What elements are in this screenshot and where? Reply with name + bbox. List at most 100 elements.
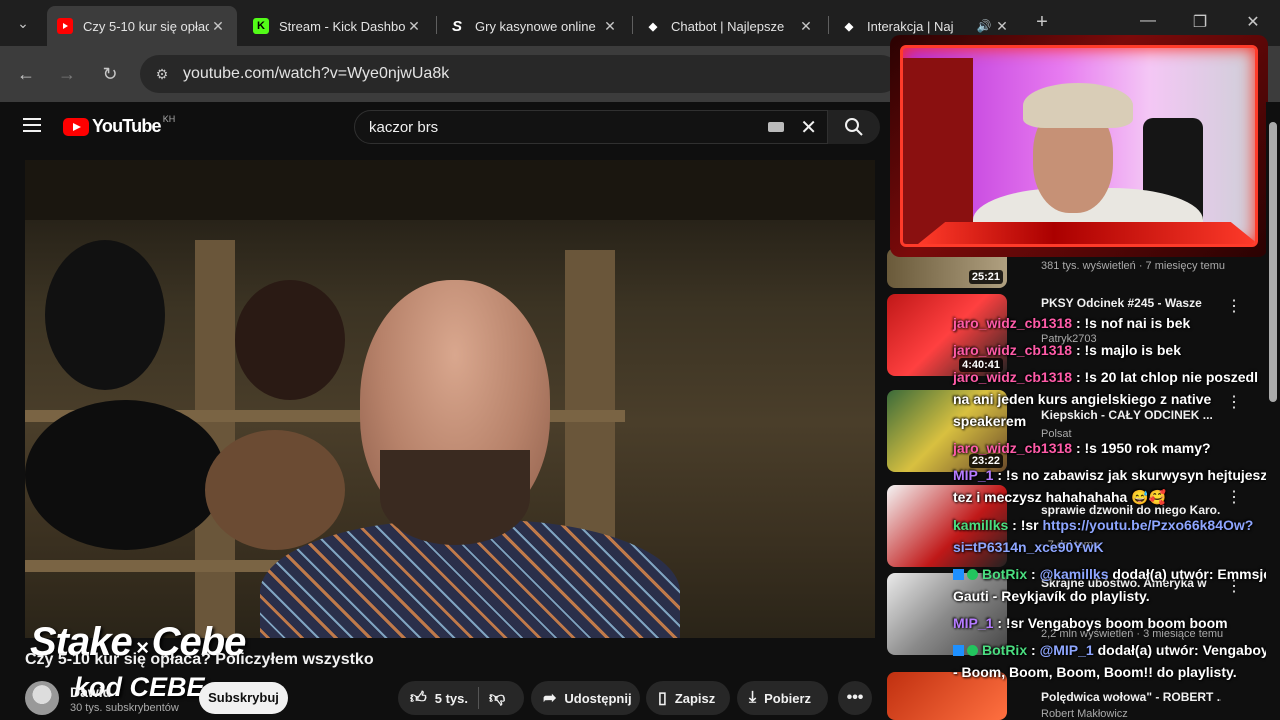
like-count[interactable]: 5 tys. bbox=[435, 691, 468, 706]
hen-black bbox=[25, 400, 225, 550]
chat-username: kamillks bbox=[953, 517, 1009, 533]
chat-message: jaro_widz_cb1318 : !s nof nai is bek bbox=[953, 312, 1278, 334]
clear-icon[interactable]: ✕ bbox=[800, 115, 817, 140]
restore-icon[interactable]: ❐ bbox=[1190, 12, 1210, 32]
tab-title: Interakcja | Naj bbox=[867, 18, 954, 34]
chat-username: BotRix bbox=[982, 566, 1028, 582]
like-dislike-group: 👍︎ 5 tys. 👎︎ bbox=[398, 681, 524, 715]
chat-text: : !s majlo is bek bbox=[1072, 342, 1181, 358]
botrix-icon: ◆ bbox=[844, 20, 854, 33]
tab-title: Stream - Kick Dashboard bbox=[279, 18, 405, 34]
bot-icon bbox=[953, 569, 964, 580]
close-icon[interactable]: ✕ bbox=[797, 18, 815, 35]
youtube-logo[interactable]: YouTube KH bbox=[63, 113, 176, 137]
reload-icon[interactable]: ↻ bbox=[98, 62, 122, 86]
country-code: KH bbox=[162, 113, 176, 124]
chat-text: : !sr bbox=[1008, 517, 1043, 533]
speaker-icon[interactable]: 🔊 bbox=[975, 19, 993, 33]
suggestion-thumbnail[interactable]: 4:40:41 bbox=[887, 294, 1007, 376]
tab-separator bbox=[436, 16, 437, 34]
webcam-overlay bbox=[890, 35, 1268, 257]
webcam-feed bbox=[900, 45, 1258, 247]
chevron-down-icon: ⌄ bbox=[17, 14, 29, 31]
subscriber-count: 30 tys. subskrybentów bbox=[70, 702, 179, 714]
chat-text: : bbox=[1027, 566, 1040, 582]
download-button[interactable]: ⤓ Pobierz bbox=[737, 681, 828, 715]
chat-message: kamillks : !sr https://youtu.be/Pzxo66k8… bbox=[953, 514, 1278, 558]
chat-username: jaro_widz_cb1318 bbox=[953, 315, 1073, 331]
chat-message: BotRix : @kamillks dodał(a) utwór: Emmsj… bbox=[953, 563, 1278, 607]
hen-brown bbox=[205, 430, 345, 550]
chat-message: BotRix : @MIP_1 dodał(a) utwór: Vengaboy… bbox=[953, 639, 1278, 683]
close-icon[interactable]: ✕ bbox=[405, 18, 423, 35]
person-beard bbox=[380, 450, 530, 545]
new-tab-button[interactable]: + bbox=[1031, 12, 1053, 34]
video-player[interactable] bbox=[25, 160, 875, 638]
address-bar[interactable]: ⚙ youtube.com/watch?v=Wye0njwUa8k bbox=[140, 55, 900, 93]
youtube-play-icon bbox=[63, 117, 89, 136]
share-icon: ➦ bbox=[543, 690, 557, 707]
suggestion-title[interactable]: PKSY Odcinek #245 - Wasze bbox=[1041, 296, 1221, 310]
webcam-background-person bbox=[903, 58, 973, 244]
hen-black bbox=[45, 240, 165, 390]
page-scrollbar[interactable] bbox=[1266, 102, 1280, 720]
tab-kick[interactable]: K Stream - Kick Dashboard ✕ bbox=[243, 6, 433, 46]
chat-message: jaro_widz_cb1318 : !s 20 lat chlop nie p… bbox=[953, 366, 1278, 432]
close-window-icon[interactable]: ✕ bbox=[1243, 12, 1263, 32]
suggestion-title[interactable]: Polędwica wołowa" - ROBERT ... bbox=[1041, 690, 1221, 704]
suggestion-meta: Robert Makłowicz bbox=[1041, 708, 1128, 720]
download-icon: ⤓ bbox=[749, 689, 757, 706]
back-icon[interactable]: ← bbox=[14, 62, 38, 86]
menu-icon[interactable] bbox=[23, 118, 41, 132]
channel-name[interactable]: Dawid bbox=[70, 684, 111, 700]
close-icon[interactable]: ✕ bbox=[993, 18, 1011, 35]
chat-username: jaro_widz_cb1318 bbox=[953, 440, 1073, 456]
suggestion-meta: 381 tys. wyświetleń · 7 miesięcy temu bbox=[1041, 260, 1226, 272]
tab-separator bbox=[632, 16, 633, 34]
chat-mention[interactable]: @kamillks bbox=[1040, 566, 1109, 582]
chat-message: jaro_widz_cb1318 : !s 1950 rok mamy? bbox=[953, 437, 1278, 459]
close-icon[interactable]: ✕ bbox=[601, 18, 619, 35]
tab-youtube[interactable]: Czy 5-10 kur się opłaca? ✕ bbox=[47, 6, 237, 46]
search-button[interactable] bbox=[828, 110, 880, 144]
youtube-icon bbox=[57, 18, 73, 34]
tab-title: Chatbot | Najlepsze bbox=[671, 18, 785, 34]
share-label: Udostępnij bbox=[564, 690, 632, 706]
keyboard-icon[interactable] bbox=[768, 122, 785, 132]
hen-brown bbox=[235, 280, 345, 400]
tab-stake[interactable]: S Gry kasynowe online ✕ bbox=[439, 6, 629, 46]
bookmark-icon: ▯ bbox=[658, 690, 667, 707]
close-icon[interactable]: ✕ bbox=[209, 18, 227, 35]
chat-message: jaro_widz_cb1318 : !s majlo is bek bbox=[953, 339, 1278, 361]
tab-search-button[interactable]: ⌄ bbox=[8, 8, 38, 38]
download-label: Pobierz bbox=[764, 690, 812, 706]
search-query: kaczor brs bbox=[369, 118, 439, 136]
video-title: Czy 5-10 kur się opłaca? Policzyłem wszy… bbox=[25, 651, 374, 668]
share-button[interactable]: ➦ Udostępnij bbox=[531, 681, 640, 715]
tab-separator bbox=[828, 16, 829, 34]
search-input[interactable]: kaczor brs ✕ bbox=[354, 110, 828, 144]
chat-username: MIP_1 bbox=[953, 467, 994, 483]
site-info-icon[interactable]: ⚙ bbox=[150, 62, 174, 86]
dislike-icon[interactable]: 👎︎ bbox=[489, 689, 505, 708]
tab-title: Czy 5-10 kur się opłaca? bbox=[83, 18, 209, 34]
chat-username: jaro_widz_cb1318 bbox=[953, 342, 1073, 358]
kick-icon: K bbox=[253, 18, 269, 34]
forward-icon[interactable]: → bbox=[55, 62, 79, 86]
chat-username: BotRix bbox=[982, 642, 1028, 658]
search-icon bbox=[845, 118, 863, 136]
chat-mention[interactable]: @MIP_1 bbox=[1040, 642, 1094, 658]
ceiling bbox=[25, 160, 875, 220]
subscribe-button[interactable]: Subskrybuj bbox=[199, 682, 288, 714]
save-button[interactable]: ▯ Zapisz bbox=[646, 681, 730, 715]
channel-avatar[interactable] bbox=[25, 681, 59, 715]
youtube-header: YouTube KH kaczor brs ✕ bbox=[0, 102, 890, 152]
scrollbar-thumb[interactable] bbox=[1269, 122, 1277, 402]
more-actions-button[interactable]: ••• bbox=[838, 681, 872, 715]
like-icon[interactable]: 👍︎ bbox=[410, 689, 427, 708]
tab-chatbot[interactable]: ◆ Chatbot | Najlepsze ✕ bbox=[635, 6, 825, 46]
chat-text: : !sr Vengaboys boom boom boom bbox=[993, 615, 1228, 631]
chat-username: jaro_widz_cb1318 bbox=[953, 369, 1073, 385]
verified-icon bbox=[967, 645, 978, 656]
minimize-icon[interactable]: — bbox=[1138, 12, 1158, 30]
